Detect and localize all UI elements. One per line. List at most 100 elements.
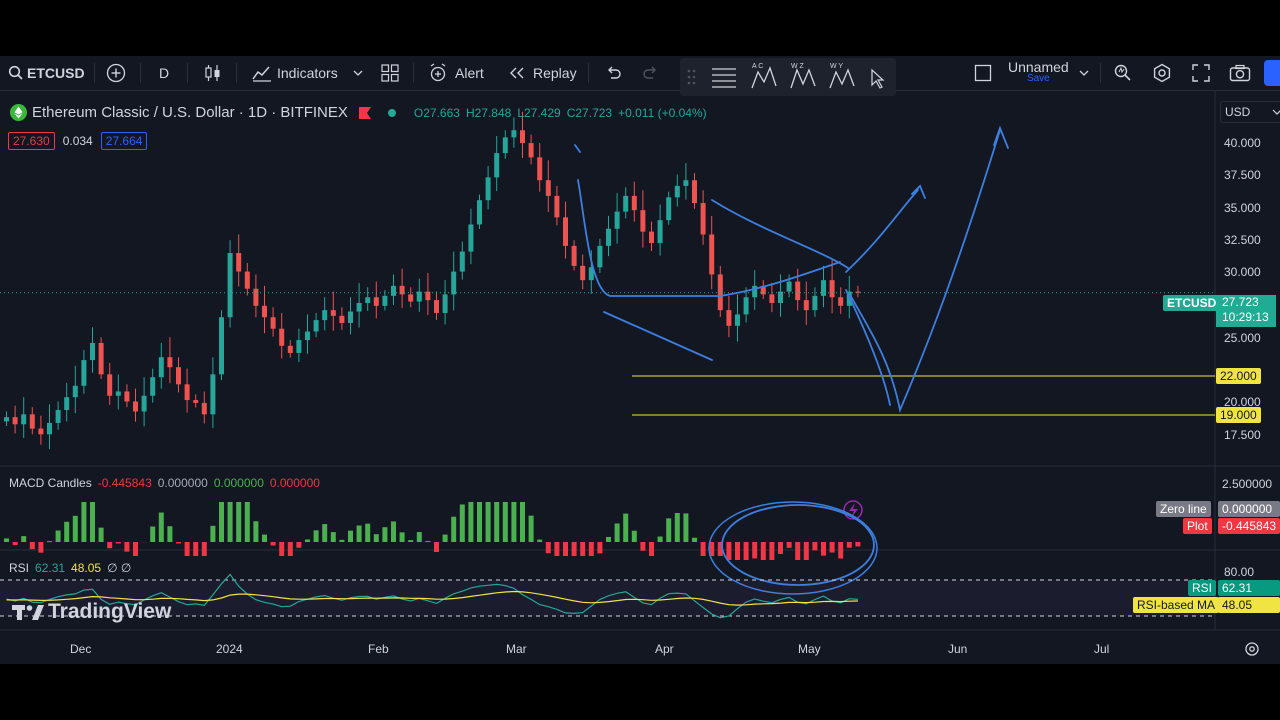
alert-button[interactable]: Alert bbox=[428, 56, 484, 90]
drag-handle-icon[interactable] bbox=[687, 69, 696, 85]
trend-drawing bbox=[849, 125, 1009, 414]
undo-button[interactable] bbox=[604, 56, 622, 90]
candle bbox=[167, 357, 173, 368]
price-axis-label: 35.000 bbox=[1224, 201, 1261, 215]
xabcd-pattern-icon[interactable]: W Z bbox=[790, 63, 816, 89]
candle bbox=[313, 320, 319, 332]
macd-bar bbox=[184, 542, 190, 556]
currency-select[interactable]: USD bbox=[1220, 101, 1280, 123]
macd-bar bbox=[21, 536, 27, 542]
cursor-icon[interactable] bbox=[871, 68, 885, 89]
candle bbox=[571, 245, 577, 266]
tradingview-watermark[interactable]: TradingView bbox=[12, 600, 171, 624]
macd-bar bbox=[528, 515, 534, 542]
candle bbox=[244, 271, 250, 289]
macd-bar bbox=[176, 542, 181, 544]
macd-bar bbox=[623, 513, 629, 542]
trend-drawing bbox=[845, 289, 891, 406]
candle bbox=[631, 195, 637, 211]
abcd-pattern-icon[interactable]: A C bbox=[751, 63, 777, 89]
macd-bar bbox=[391, 521, 396, 542]
macd-bar bbox=[786, 542, 792, 548]
settings-button[interactable] bbox=[1152, 56, 1172, 90]
buy-price-button[interactable]: 27.664 bbox=[100, 132, 148, 150]
gear-icon bbox=[1153, 63, 1171, 83]
time-axis-label: Mar bbox=[506, 642, 527, 656]
indicators-button[interactable]: Indicators bbox=[252, 56, 364, 90]
svg-text:A C: A C bbox=[752, 63, 763, 70]
candle bbox=[4, 417, 9, 422]
compare-button[interactable] bbox=[106, 56, 126, 90]
layout-menu-button[interactable] bbox=[1078, 56, 1090, 90]
alert-label: Alert bbox=[455, 65, 484, 81]
candle bbox=[520, 130, 525, 144]
rsi-axis-tag: RSI bbox=[1188, 580, 1217, 596]
publish-button[interactable] bbox=[1264, 60, 1280, 86]
candle bbox=[726, 310, 732, 326]
change-value: +0.011 (+0.04%) bbox=[618, 105, 707, 120]
candle bbox=[580, 265, 586, 281]
macd-bar bbox=[158, 512, 164, 542]
close-value: C27.723 bbox=[566, 105, 613, 120]
flag-icon[interactable] bbox=[358, 106, 372, 120]
candle bbox=[649, 231, 654, 244]
chevron-down-icon bbox=[1079, 70, 1089, 76]
layout-name-button[interactable]: Unnamed Save bbox=[1008, 56, 1069, 90]
chart-type-button[interactable] bbox=[204, 56, 222, 90]
macd-bar bbox=[812, 542, 818, 551]
sell-price-button[interactable]: 27.630 bbox=[8, 132, 55, 150]
macd-bar bbox=[382, 527, 388, 542]
save-label[interactable]: Save bbox=[1027, 73, 1050, 85]
candle bbox=[55, 410, 61, 423]
zero-line-value: 0.000000 bbox=[1218, 501, 1280, 517]
macd-bar bbox=[287, 542, 293, 556]
low-value: L27.429 bbox=[517, 105, 561, 120]
last-price-value: 27.723 bbox=[1222, 295, 1259, 309]
macd-bar bbox=[855, 542, 861, 547]
fullscreen-icon bbox=[1192, 64, 1210, 82]
select-layout-checkbox[interactable] bbox=[974, 56, 992, 90]
redo-button[interactable] bbox=[642, 56, 660, 90]
candle bbox=[786, 281, 792, 292]
toolbar-divider bbox=[94, 63, 95, 83]
fullscreen-button[interactable] bbox=[1191, 56, 1211, 90]
macd-bar bbox=[227, 502, 233, 542]
candle bbox=[829, 280, 835, 298]
macd-bar bbox=[434, 542, 439, 552]
undo-icon bbox=[608, 66, 621, 79]
layout-name: Unnamed bbox=[1008, 59, 1069, 75]
symbol-label: ETCUSD bbox=[27, 65, 85, 81]
level-19-tag: 19.000 bbox=[1216, 407, 1261, 423]
macd-bar bbox=[821, 542, 826, 556]
price-axis-label: 32.500 bbox=[1224, 233, 1261, 247]
interval-button[interactable]: D bbox=[159, 56, 169, 90]
candle bbox=[21, 414, 27, 425]
quick-search-button[interactable] bbox=[1113, 56, 1133, 90]
candle bbox=[709, 234, 715, 275]
wave-pattern-icon[interactable]: W Y bbox=[829, 63, 855, 89]
candle bbox=[64, 397, 70, 411]
macd-bar bbox=[12, 542, 18, 546]
time-axis-label: May bbox=[798, 642, 821, 656]
macd-bar bbox=[98, 527, 104, 542]
macd-bar bbox=[270, 542, 276, 546]
macd-bar bbox=[38, 542, 44, 553]
candle bbox=[795, 281, 801, 301]
quick-search-icon bbox=[1114, 64, 1131, 81]
parallel-lines-icon[interactable] bbox=[712, 68, 736, 88]
snapshot-button[interactable] bbox=[1229, 56, 1251, 90]
time-axis-label: Jul bbox=[1094, 642, 1110, 656]
macd-axis-label: 2.500000 bbox=[1222, 477, 1273, 491]
chart-settings-button[interactable] bbox=[1244, 641, 1260, 662]
macd-value-2: 0.000000 bbox=[157, 476, 208, 490]
symbol-search-button[interactable]: ETCUSD bbox=[8, 56, 85, 90]
chart-canvas[interactable] bbox=[0, 90, 1280, 664]
chevron-down-icon[interactable] bbox=[352, 68, 364, 78]
macd-bar bbox=[55, 530, 61, 542]
high-value: H27.848 bbox=[465, 105, 512, 120]
templates-button[interactable] bbox=[381, 56, 399, 90]
price-axis-label: 17.500 bbox=[1224, 428, 1261, 442]
replay-button[interactable]: Replay bbox=[509, 56, 577, 90]
replay-label: Replay bbox=[533, 65, 577, 81]
candle bbox=[90, 342, 95, 361]
